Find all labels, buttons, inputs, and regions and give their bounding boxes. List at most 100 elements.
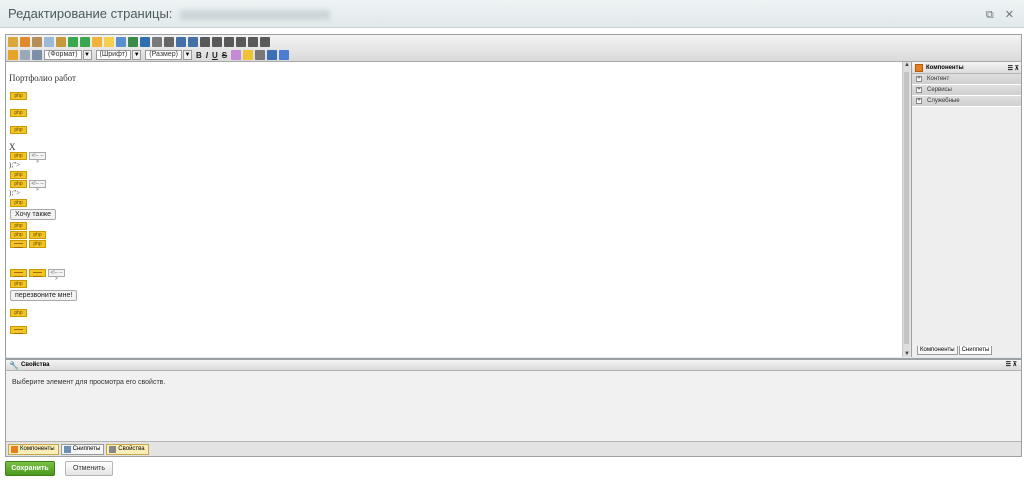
php-tag[interactable]: php [10,231,27,239]
tab-components[interactable]: Компоненты [917,346,958,355]
restore-icon[interactable]: ⧉ [986,9,994,21]
source-mode-icon[interactable] [20,50,30,60]
php-tag[interactable]: php [10,152,27,160]
php-tag[interactable]: php [29,240,46,248]
taskbar-snippets[interactable]: Сниппеты [60,443,105,455]
size-dropdown-icon[interactable]: ▼ [182,50,192,60]
components-panel: Компоненты ☰ ⊼ + Контент + Сервисы + Слу… [911,62,1021,357]
special-char-icon[interactable] [152,37,162,47]
php-tag[interactable]: php [10,126,27,134]
php-tag[interactable]: php [10,309,27,317]
comment-tag[interactable]: <!-- --> [48,269,65,282]
scroll-down-icon[interactable]: ▼ [903,351,911,357]
component-group-label: Контент [927,76,950,82]
ul-icon[interactable] [188,37,198,47]
image-icon[interactable] [104,37,114,47]
text-color-icon[interactable] [243,50,254,60]
comment-tag[interactable]: <!-- --> [29,152,46,165]
table-icon[interactable] [140,37,150,47]
properties-message: Выберите элемент для просмотра его свойс… [12,379,166,386]
content-scrollbar[interactable]: ▲ ▼ [902,62,910,357]
taskbar-label: Свойства [118,445,145,452]
align-justify-icon[interactable] [260,37,270,47]
php-tag[interactable]: php [10,171,27,179]
panel-controls-icon[interactable]: ☰ ⊼ [1006,360,1017,371]
php-tag[interactable]: php [10,109,27,117]
component-group[interactable]: + Сервисы [912,85,1021,96]
component-group[interactable]: + Служебные [912,96,1021,107]
content-fragment: );"> [9,189,21,197]
format-select[interactable]: (Формат) [44,50,82,60]
scroll-up-icon[interactable]: ▲ [903,62,911,68]
components-tabs: Компоненты Сниппеты [917,346,993,355]
hr-icon[interactable] [164,37,174,47]
table-tag-icon[interactable] [10,326,27,334]
content-heading: Портфолио работ [9,73,76,83]
table-tag-icon[interactable] [29,269,46,277]
want-also-button[interactable]: Хочу также [10,209,57,220]
expand-icon[interactable]: + [916,87,922,93]
close-icon[interactable]: ✕ [1005,9,1014,21]
anchor-icon[interactable] [92,37,102,47]
redo-icon[interactable] [80,37,90,47]
scroll-thumb[interactable] [904,72,909,344]
flash-icon[interactable] [128,37,138,47]
seo-icon[interactable] [279,50,290,60]
bold-button[interactable]: B [196,51,202,60]
cancel-button[interactable]: Отменить [65,461,113,476]
php-tag[interactable]: php [10,222,27,230]
components-header: Компоненты ☰ ⊼ [912,62,1021,74]
eraser-icon[interactable] [231,50,242,60]
properties-header: 🔧 Свойства ☰ ⊼ [6,360,1021,371]
ol-icon[interactable] [176,37,186,47]
format-dropdown-icon[interactable]: ▼ [82,50,92,60]
undo-icon[interactable] [68,37,78,47]
php-tag[interactable]: php [10,180,27,188]
spellcheck-icon[interactable] [267,50,278,60]
italic-button[interactable]: I [206,51,208,60]
cut-icon[interactable] [32,37,42,47]
components-title: Компоненты [926,65,964,71]
window-titlebar: Редактирование страницы: ⧉ ✕ [0,0,1024,28]
font-select[interactable]: (Шрифт) [95,50,132,60]
expand-icon[interactable]: + [916,76,922,82]
php-tag[interactable]: php [10,92,27,100]
save-button[interactable]: Сохранить [5,461,55,476]
new-page-icon[interactable] [8,37,18,47]
align-right-icon[interactable] [248,37,258,47]
link-icon[interactable] [116,37,126,47]
align-left-icon[interactable] [224,37,234,47]
outdent-icon[interactable] [200,37,210,47]
php-tag[interactable]: php [10,199,27,207]
copy-icon[interactable] [44,37,54,47]
wysiwyg-mode-icon[interactable] [8,50,18,60]
comment-tag[interactable]: <!-- --> [29,180,46,193]
bottom-taskbar: Компоненты Сниппеты Свойства [6,441,1021,456]
strike-button[interactable]: S [222,51,227,60]
underline-button[interactable]: U [212,51,218,60]
editor-content[interactable]: Портфолио работ php php php X php <!-- -… [6,62,902,357]
php-tag[interactable]: php [29,231,46,239]
table-tag-icon[interactable] [10,269,27,277]
taskbar-properties[interactable]: Свойства [106,443,149,455]
size-select[interactable]: (Размер) [145,50,182,60]
snippets-icon [63,445,71,453]
expand-icon[interactable]: + [916,98,922,104]
save-icon[interactable] [20,37,30,47]
php-tag[interactable]: php [10,280,27,288]
call-me-button[interactable]: перезвоните мне! [10,290,78,301]
paste-icon[interactable] [56,37,66,47]
align-center-icon[interactable] [236,37,246,47]
component-group[interactable]: + Контент [912,74,1021,85]
split-mode-icon[interactable] [32,50,42,60]
component-group-label: Сервисы [927,87,952,93]
taskbar-label: Сниппеты [72,445,101,452]
components-icon [915,64,923,72]
bg-color-icon[interactable] [255,50,266,60]
indent-icon[interactable] [212,37,222,47]
content-fragment: );"> [9,161,21,169]
taskbar-components[interactable]: Компоненты [8,443,59,455]
table-tag-icon[interactable] [10,240,27,248]
font-dropdown-icon[interactable]: ▼ [132,50,142,60]
tab-snippets[interactable]: Сниппеты [958,346,993,355]
